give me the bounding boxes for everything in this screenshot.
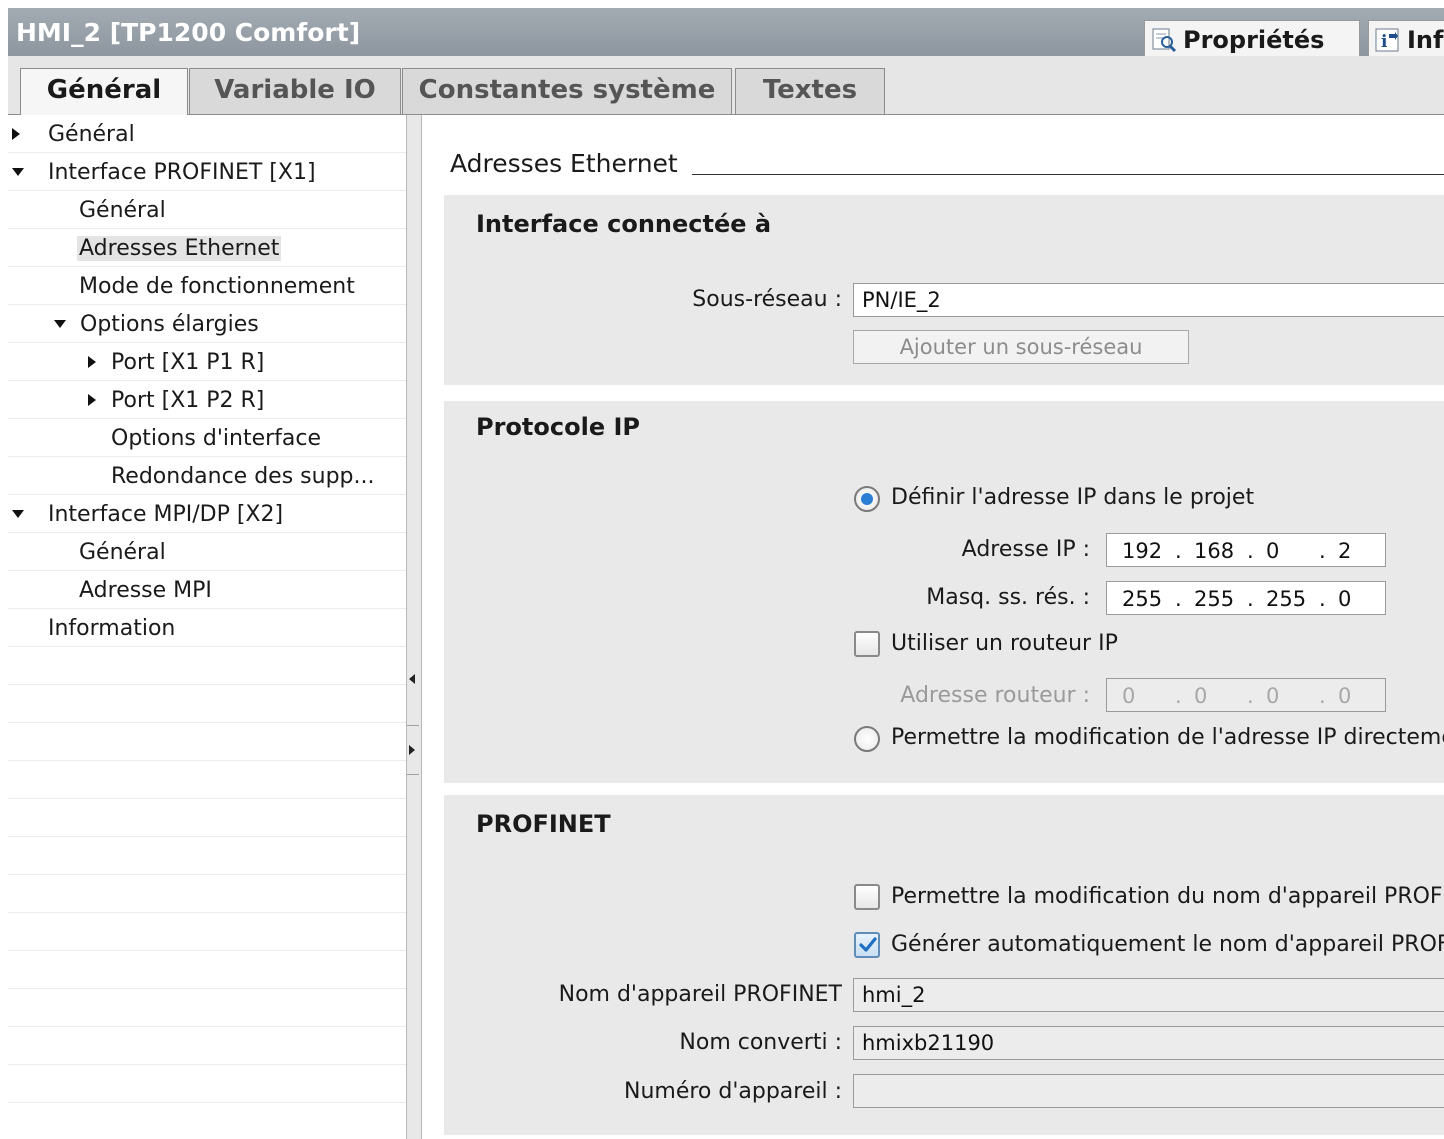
window-title: HMI_2 [TP1200 Comfort]	[16, 18, 361, 47]
collapse-arrow-icon[interactable]	[54, 320, 66, 328]
expand-arrow-icon[interactable]	[88, 394, 96, 406]
expand-arrow-icon[interactable]	[88, 356, 96, 368]
device-name-field[interactable]: hmi_2	[853, 978, 1444, 1012]
tree-empty-row	[8, 1103, 406, 1139]
tree-empty-row	[8, 875, 406, 913]
tree-empty-row	[8, 913, 406, 951]
allow-name-change-label: Permettre la modification du nom d'appar…	[891, 884, 1444, 909]
device-number-field[interactable]	[853, 1074, 1444, 1108]
title-bar: HMI_2 [TP1200 Comfort] Propriétés i Inf	[8, 8, 1444, 56]
arrow-left-icon	[409, 674, 415, 684]
tab-general[interactable]: Général	[20, 68, 188, 115]
tree-empty-row	[8, 723, 406, 761]
tab-bar: Général Variable IO Constantes système T…	[8, 56, 1444, 115]
tree-empty-row	[8, 989, 406, 1027]
tree-item-mpi-dp-interface[interactable]: Interface MPI/DP [X2]	[8, 495, 406, 533]
collapse-arrow-icon[interactable]	[12, 168, 24, 176]
expand-arrow-icon[interactable]	[12, 128, 20, 140]
properties-icon	[1151, 28, 1177, 53]
auto-generate-name-checkbox[interactable]	[854, 932, 880, 958]
add-subnet-button[interactable]: Ajouter un sous-réseau	[853, 330, 1189, 364]
ip-protocol-panel-title: Protocole IP	[476, 413, 640, 441]
tree-item-mpi-general[interactable]: Général	[8, 533, 406, 571]
subnet-field[interactable]: PN/IE_2	[853, 283, 1444, 317]
tree-item-profinet-interface[interactable]: Interface PROFINET [X1]	[8, 153, 406, 191]
subnet-label: Sous-réseau :	[692, 287, 842, 312]
tree-empty-row	[8, 685, 406, 723]
tree-item-port-p1[interactable]: Port [X1 P1 R]	[8, 343, 406, 381]
device-number-label: Numéro d'appareil :	[623, 1079, 842, 1104]
tab-texts[interactable]: Textes	[735, 68, 885, 114]
info-tab-label: Inf	[1407, 26, 1444, 54]
tree-empty-row	[8, 1027, 406, 1065]
subnet-mask-label: Masq. ss. rés. :	[926, 585, 1090, 610]
info-tab[interactable]: i Inf	[1368, 20, 1444, 56]
tree-empty-row	[8, 1065, 406, 1103]
properties-tab[interactable]: Propriétés	[1144, 20, 1360, 56]
tree-item-profinet-general[interactable]: Général	[8, 191, 406, 229]
collapse-arrow-icon[interactable]	[12, 510, 24, 518]
panel-splitter[interactable]	[407, 115, 422, 1139]
tree-empty-row	[8, 799, 406, 837]
svg-text:i: i	[1381, 32, 1388, 52]
info-icon: i	[1375, 28, 1401, 52]
tree-item-advanced-options[interactable]: Options élargies	[8, 305, 406, 343]
ip-address-field[interactable]: 192 . 168 . 0 . 2	[1106, 533, 1386, 567]
allow-name-change-checkbox[interactable]	[854, 884, 880, 910]
expand-right-button[interactable]	[407, 725, 419, 775]
checkmark-icon	[859, 937, 877, 952]
converted-name-field[interactable]: hmixb21190	[853, 1026, 1444, 1060]
tree-item-port-p2[interactable]: Port [X1 P2 R]	[8, 381, 406, 419]
tree-empty-row	[8, 951, 406, 989]
auto-generate-name-label: Générer automatiquement le nom d'apparei…	[891, 932, 1444, 957]
router-address-field[interactable]: 0 . 0 . 0 . 0	[1106, 678, 1386, 712]
collapse-left-button[interactable]	[407, 655, 419, 703]
ip-protocol-panel: Protocole IP Définir l'adresse IP dans l…	[444, 401, 1444, 783]
tab-system-constants[interactable]: Constantes système	[402, 68, 732, 114]
tree-empty-row	[8, 837, 406, 875]
content-area: Adresses Ethernet Interface connectée à …	[422, 115, 1444, 1139]
converted-name-label: Nom converti :	[679, 1030, 842, 1055]
tree-empty-row	[8, 647, 406, 685]
router-address-label: Adresse routeur :	[900, 683, 1090, 708]
tree-item-general[interactable]: Général	[8, 115, 406, 153]
tree-item-media-redundancy[interactable]: Redondance des supp...	[8, 457, 406, 495]
navigation-tree: Général Interface PROFINET [X1] Général …	[8, 115, 407, 1139]
allow-direct-ip-label: Permettre la modification de l'adresse I…	[891, 725, 1444, 750]
use-router-label: Utiliser un routeur IP	[891, 631, 1118, 656]
device-name-label: Nom d'appareil PROFINET	[558, 982, 842, 1007]
section-divider	[692, 174, 1444, 175]
section-title: Adresses Ethernet	[450, 149, 690, 178]
tab-variable-io[interactable]: Variable IO	[189, 68, 401, 114]
ip-address-label: Adresse IP :	[961, 537, 1090, 562]
define-ip-in-project-radio[interactable]	[854, 486, 880, 512]
arrow-right-icon	[409, 745, 415, 755]
properties-window: HMI_2 [TP1200 Comfort] Propriétés i Inf …	[8, 8, 1444, 1139]
tree-item-information[interactable]: Information	[8, 609, 406, 647]
use-router-checkbox[interactable]	[854, 631, 880, 657]
subnet-mask-field[interactable]: 255 . 255 . 255 . 0	[1106, 581, 1386, 615]
allow-direct-ip-radio[interactable]	[854, 726, 880, 752]
interface-panel-title: Interface connectée à	[476, 210, 772, 238]
tree-item-operating-mode[interactable]: Mode de fonctionnement	[8, 267, 406, 305]
tree-item-interface-options[interactable]: Options d'interface	[8, 419, 406, 457]
define-ip-in-project-label: Définir l'adresse IP dans le projet	[891, 485, 1255, 510]
profinet-panel: PROFINET Permettre la modification du no…	[444, 795, 1444, 1135]
profinet-panel-title: PROFINET	[476, 810, 611, 838]
interface-panel: Interface connectée à Sous-réseau : PN/I…	[444, 195, 1444, 385]
tree-item-mpi-address[interactable]: Adresse MPI	[8, 571, 406, 609]
tree-empty-row	[8, 761, 406, 799]
properties-tab-label: Propriétés	[1183, 26, 1325, 54]
tree-item-ethernet-addresses[interactable]: Adresses Ethernet	[8, 229, 406, 267]
